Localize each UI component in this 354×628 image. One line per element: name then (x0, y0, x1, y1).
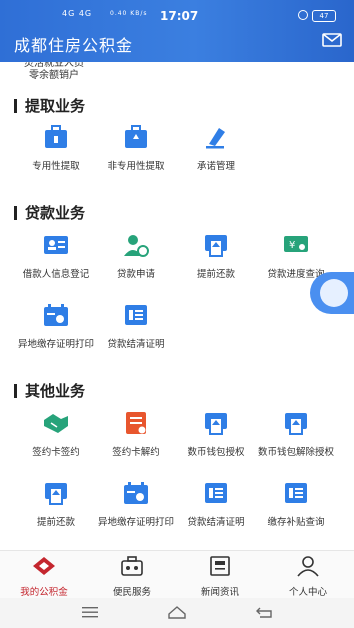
handshake-icon (44, 414, 68, 433)
bottom-tab-bar: 我的公积金 便民服务 新闻资讯 个人中心 (0, 550, 354, 599)
section-title-withdrawal: 提取业务 (14, 99, 85, 114)
service-label: 缴存补贴查询 (267, 517, 325, 528)
service-label: 贷款结清证明 (187, 517, 245, 528)
calendar-icon (124, 482, 148, 504)
service-prepayment-2[interactable]: 提前还款 (16, 480, 96, 529)
services-content[interactable]: 灵活就业人员 零余额销户 提取业务 专用性提取 非专用性提取 承诺管理 贷款业务 (0, 62, 354, 550)
atm-icon (205, 235, 227, 257)
news-icon (210, 556, 230, 576)
service-loan-settled-proof[interactable]: 贷款结清证明 (96, 302, 176, 351)
service-remote-deposit-proof[interactable]: 异地缴存证明打印 (16, 302, 96, 351)
item-label: 零余额销户 (29, 70, 79, 81)
robot-icon (320, 279, 348, 307)
money-search-icon: ¥ (284, 236, 308, 252)
tab-my-fund[interactable]: 我的公积金 (0, 555, 88, 598)
service-remote-deposit-proof-2[interactable]: 异地缴存证明打印 (96, 480, 176, 529)
service-special-withdrawal[interactable]: 专用性提取 (16, 124, 96, 173)
tab-news[interactable]: 新闻资讯 (176, 555, 264, 598)
calendar-icon (44, 304, 68, 326)
service-card-sign[interactable]: 签约卡签约 (16, 410, 96, 459)
tab-personal[interactable]: 个人中心 (264, 555, 352, 598)
item-label: 灵活就业人员 (24, 62, 84, 69)
service-label: 签约卡解约 (112, 447, 160, 458)
service-label: 专用性提取 (32, 161, 80, 172)
network-speed: 0.40 KB/s (110, 10, 148, 17)
service-label: 提前还款 (196, 269, 235, 280)
briefcase-icon (45, 125, 67, 148)
app-header: 4G 4G 0.40 KB/s 17:07 47 成都住房公积金 (0, 0, 354, 62)
app-title: 成都住房公积金 (14, 36, 134, 55)
service-wallet-authorize[interactable]: 数币钱包授权 (176, 410, 256, 459)
mail-icon[interactable] (322, 33, 342, 47)
home-icon[interactable] (167, 604, 187, 620)
service-borrower-register[interactable]: 借款人信息登记 (16, 232, 96, 281)
document-card-icon (285, 483, 307, 503)
service-label: 异地缴存证明打印 (97, 517, 174, 528)
status-bar: 4G 4G 0.40 KB/s 17:07 47 (0, 0, 354, 26)
section-title-other: 其他业务 (14, 384, 85, 399)
service-label: 非专用性提取 (107, 161, 165, 172)
list-item[interactable]: 灵活就业人员 零余额销户 (24, 62, 84, 82)
service-label: 贷款结清证明 (107, 339, 165, 350)
pen-icon (206, 128, 225, 149)
alarm-icon (298, 10, 308, 20)
service-label: 数币钱包解除授权 (257, 447, 334, 458)
document-cancel-icon (126, 412, 146, 434)
document-card-icon (125, 305, 147, 325)
service-label: 提前还款 (36, 517, 75, 528)
service-wallet-revoke[interactable]: 数币钱包解除授权 (256, 410, 336, 459)
atm-icon (45, 483, 67, 505)
atm-icon (285, 413, 307, 435)
system-nav-bar (0, 598, 354, 628)
tab-label: 便民服务 (112, 587, 151, 598)
service-label: 借款人信息登记 (22, 269, 90, 280)
service-label: 贷款申请 (116, 269, 155, 280)
service-prepayment[interactable]: 提前还款 (176, 232, 256, 281)
tab-label: 个人中心 (288, 587, 327, 598)
section-title-loan: 贷款业务 (14, 206, 85, 221)
battery-indicator: 47 (312, 10, 336, 22)
tab-convenience[interactable]: 便民服务 (88, 555, 176, 598)
document-card-icon (205, 483, 227, 503)
tab-label: 我的公积金 (20, 587, 68, 598)
service-deposit-subsidy-query[interactable]: 缴存补贴查询 (256, 480, 336, 529)
clock: 17:07 (160, 9, 199, 23)
user-coin-icon (124, 235, 149, 257)
id-card-icon (44, 236, 68, 254)
service-label: 签约卡签约 (32, 447, 80, 458)
back-icon[interactable] (254, 604, 274, 620)
service-nonspecial-withdrawal[interactable]: 非专用性提取 (96, 124, 176, 173)
service-loan-settled-proof-2[interactable]: 贷款结清证明 (176, 480, 256, 529)
service-label: 数币钱包授权 (187, 447, 245, 458)
toolbox-icon (121, 556, 143, 576)
service-loan-apply[interactable]: 贷款申请 (96, 232, 176, 281)
signal-indicator: 4G 4G (62, 9, 93, 18)
atm-icon (205, 413, 227, 435)
tab-label: 新闻资讯 (200, 587, 239, 598)
floating-assistant-button[interactable] (310, 272, 354, 314)
service-label: 异地缴存证明打印 (17, 339, 94, 350)
service-label: 承诺管理 (196, 161, 235, 172)
svg-text:¥: ¥ (289, 240, 295, 251)
briefcase-icon (125, 125, 147, 148)
user-icon (297, 556, 319, 577)
menu-icon[interactable] (80, 604, 100, 620)
service-card-unsign[interactable]: 签约卡解约 (96, 410, 176, 459)
service-commitment[interactable]: 承诺管理 (176, 124, 256, 173)
fund-logo-icon (33, 557, 55, 575)
